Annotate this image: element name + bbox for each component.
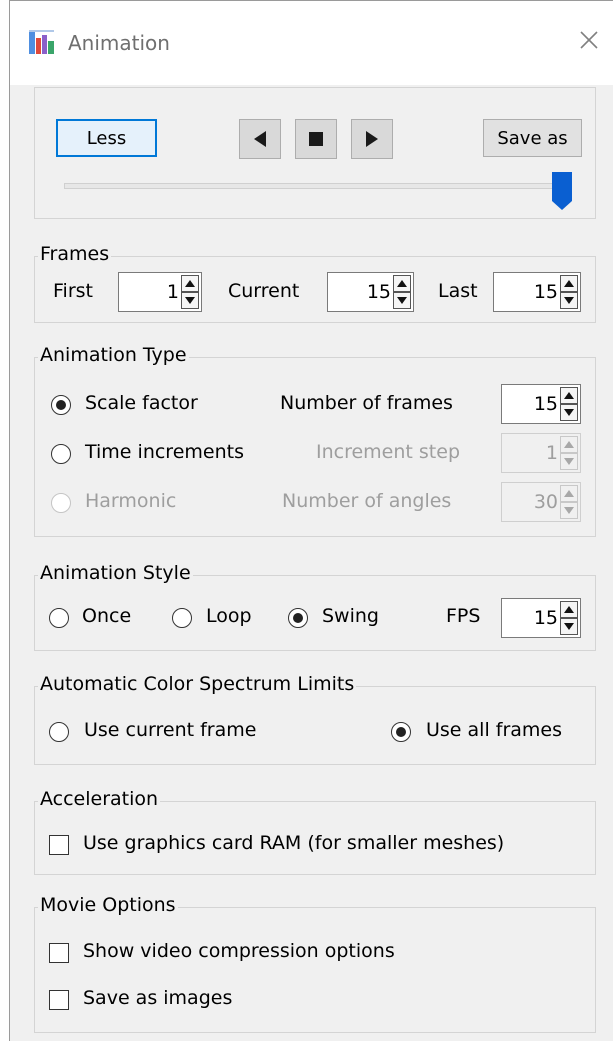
spin-arrows-icon[interactable] xyxy=(560,275,578,309)
animation-style-title: Animation Style xyxy=(38,562,193,584)
window-title: Animation xyxy=(68,31,170,55)
last-label: Last xyxy=(438,280,478,302)
spin-arrows-icon xyxy=(560,485,578,519)
movie-options-group xyxy=(34,907,596,1033)
spin-arrows-icon[interactable] xyxy=(181,275,199,309)
last-frame-value: 15 xyxy=(533,281,558,303)
increment-step-label: Increment step xyxy=(316,441,461,463)
title-bar[interactable]: Animation xyxy=(10,1,613,85)
harmonic-label: Harmonic xyxy=(85,490,177,512)
gpu-ram-label[interactable]: Use graphics card RAM (for smaller meshe… xyxy=(83,832,504,854)
video-compression-label[interactable]: Show video compression options xyxy=(83,940,395,962)
animation-type-title: Animation Type xyxy=(38,344,189,366)
spin-arrows-icon[interactable] xyxy=(393,275,411,309)
once-radio[interactable] xyxy=(49,608,69,628)
frame-slider-track[interactable] xyxy=(64,183,570,189)
video-compression-checkbox[interactable] xyxy=(49,943,69,963)
fps-spinbox[interactable]: 15 xyxy=(501,598,581,638)
number-of-frames-label: Number of frames xyxy=(280,392,453,414)
acceleration-title: Acceleration xyxy=(38,788,161,810)
fps-value: 15 xyxy=(533,607,558,629)
number-of-angles-label: Number of angles xyxy=(282,490,452,512)
close-icon[interactable] xyxy=(576,27,602,53)
swing-radio[interactable] xyxy=(288,608,308,628)
frame-slider-thumb[interactable] xyxy=(551,171,573,211)
save-as-images-checkbox[interactable] xyxy=(49,990,69,1010)
time-increments-radio[interactable] xyxy=(51,444,71,464)
first-frame-spinbox[interactable]: 1 xyxy=(118,272,202,312)
save-as-images-label[interactable]: Save as images xyxy=(83,987,232,1009)
current-label: Current xyxy=(228,280,300,302)
animation-dialog: Animation Less Save as Frames First 1 Cu… xyxy=(9,0,613,1041)
time-increments-label[interactable]: Time increments xyxy=(85,441,244,463)
current-frame-value: 15 xyxy=(366,281,391,303)
spin-arrows-icon xyxy=(560,436,578,470)
next-frame-button[interactable] xyxy=(351,119,393,159)
use-current-frame-label[interactable]: Use current frame xyxy=(84,719,256,741)
gpu-ram-checkbox[interactable] xyxy=(49,835,69,855)
frames-group-title: Frames xyxy=(38,243,112,265)
scale-factor-label[interactable]: Scale factor xyxy=(85,392,198,414)
stop-button[interactable] xyxy=(295,119,337,159)
previous-frame-button[interactable] xyxy=(239,119,281,159)
fps-label: FPS xyxy=(446,605,481,627)
number-of-frames-spinbox[interactable]: 15 xyxy=(501,384,581,424)
current-frame-spinbox[interactable]: 15 xyxy=(327,272,414,312)
stop-icon xyxy=(309,132,323,146)
play-backward-icon xyxy=(254,131,266,147)
increment-step-value: 1 xyxy=(545,442,558,464)
number-of-angles-value: 30 xyxy=(533,491,558,513)
less-button[interactable]: Less xyxy=(56,119,157,157)
color-spectrum-title: Automatic Color Spectrum Limits xyxy=(38,673,357,695)
number-of-frames-value: 15 xyxy=(533,393,558,415)
app-icon xyxy=(29,30,54,54)
harmonic-radio xyxy=(51,493,71,513)
spin-arrows-icon[interactable] xyxy=(560,387,578,421)
spin-arrows-icon[interactable] xyxy=(560,601,578,635)
scale-factor-radio[interactable] xyxy=(51,395,71,415)
use-current-frame-radio[interactable] xyxy=(49,722,69,742)
save-as-button[interactable]: Save as xyxy=(483,119,582,157)
first-frame-value: 1 xyxy=(166,281,179,303)
use-all-frames-radio[interactable] xyxy=(391,722,411,742)
once-label[interactable]: Once xyxy=(82,605,131,627)
loop-label[interactable]: Loop xyxy=(206,605,252,627)
last-frame-spinbox[interactable]: 15 xyxy=(493,272,581,312)
play-forward-icon xyxy=(366,131,378,147)
increment-step-spinbox[interactable]: 1 xyxy=(501,433,581,473)
number-of-angles-spinbox[interactable]: 30 xyxy=(501,482,581,522)
use-all-frames-label[interactable]: Use all frames xyxy=(426,719,562,741)
first-label: First xyxy=(53,280,93,302)
loop-radio[interactable] xyxy=(172,608,192,628)
swing-label[interactable]: Swing xyxy=(322,605,379,627)
movie-options-title: Movie Options xyxy=(38,894,178,916)
